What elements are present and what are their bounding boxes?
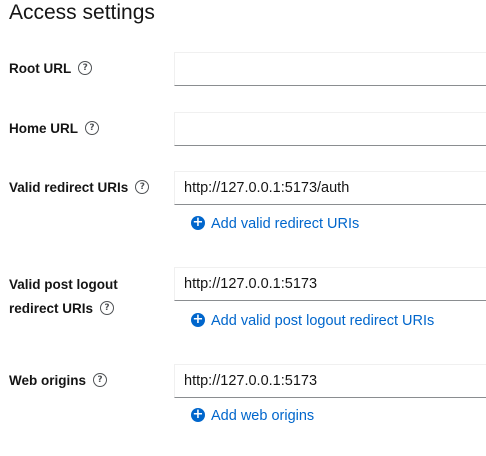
- section-title: Access settings: [9, 1, 155, 24]
- valid-redirect-uri-input[interactable]: [174, 171, 486, 205]
- web-origins-input[interactable]: [174, 364, 486, 398]
- plus-circle-icon: +: [191, 312, 205, 328]
- add-valid-redirect-uris-button[interactable]: + Add valid redirect URIs: [191, 214, 359, 234]
- help-icon[interactable]: ?: [93, 373, 108, 388]
- web-origins-label: Web origins?: [9, 369, 108, 393]
- web-origins-label-text: Web origins: [9, 373, 87, 388]
- add-valid-post-logout-redirect-uris-button[interactable]: + Add valid post logout redirect URIs: [191, 311, 434, 331]
- access-settings-panel: Access settings Root URL? Home URL? Vali…: [0, 0, 486, 456]
- valid-post-logout-label-line1: Valid post logout: [9, 277, 118, 292]
- add-web-origins-button[interactable]: + Add web origins: [191, 406, 314, 426]
- add-valid-redirect-uris-label: Add valid redirect URIs: [211, 216, 360, 232]
- add-valid-post-logout-redirect-uris-label: Add valid post logout redirect URIs: [211, 313, 435, 329]
- home-url-input[interactable]: [174, 112, 486, 146]
- valid-post-logout-label-line2: redirect URIs: [9, 301, 94, 316]
- plus-circle-icon: +: [191, 215, 205, 231]
- home-url-label: Home URL?: [9, 117, 100, 141]
- help-icon[interactable]: ?: [135, 180, 150, 195]
- valid-post-logout-label-line2-wrap: redirect URIs?: [9, 297, 115, 321]
- valid-redirect-uris-label: Valid redirect URIs?: [9, 176, 150, 200]
- home-url-label-text: Home URL: [9, 121, 79, 136]
- help-icon[interactable]: ?: [78, 61, 93, 76]
- valid-redirect-uris-label-text: Valid redirect URIs: [9, 180, 129, 195]
- plus-circle-icon: +: [191, 407, 205, 423]
- add-web-origins-label: Add web origins: [211, 408, 315, 424]
- help-icon[interactable]: ?: [100, 301, 115, 316]
- root-url-label-text: Root URL: [9, 61, 72, 76]
- help-icon[interactable]: ?: [85, 121, 100, 136]
- valid-post-logout-redirect-uri-input[interactable]: [174, 267, 486, 301]
- root-url-label: Root URL?: [9, 57, 93, 81]
- root-url-input[interactable]: [174, 52, 486, 86]
